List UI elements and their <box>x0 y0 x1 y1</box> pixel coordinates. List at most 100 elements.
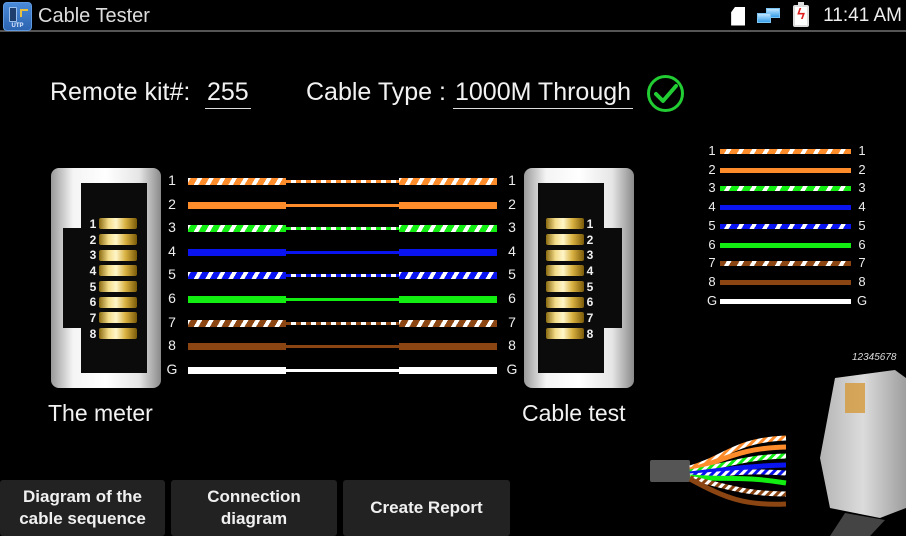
gold-contact <box>99 328 137 340</box>
wire-segment-right <box>399 201 497 209</box>
cable-type-label: Cable Type : <box>306 78 446 106</box>
legend-pin-left: 8 <box>708 273 716 289</box>
wire-link <box>286 180 399 183</box>
connection-diagram-button[interactable]: Connection diagram <box>171 480 337 536</box>
wire-segment-left <box>188 343 286 351</box>
wire-pin-label-right: 1 <box>508 172 516 188</box>
legend-wire <box>720 167 851 173</box>
app-title: Cable Tester <box>38 5 150 27</box>
connector-pin: 8 <box>546 326 596 342</box>
remote-connector: 12345678 <box>524 168 634 388</box>
legend-pin-left: 1 <box>708 143 716 158</box>
pin-number: 2 <box>586 232 594 247</box>
legend-pin-right: 4 <box>858 199 866 215</box>
legend-wire <box>720 205 851 211</box>
wire-segment-left <box>188 319 286 327</box>
wire-pin-label-left: 5 <box>168 266 176 283</box>
pin-number: 8 <box>89 326 97 341</box>
connector-pin: 8 <box>87 326 137 342</box>
pass-check-icon <box>647 75 684 112</box>
gold-contact <box>99 265 137 277</box>
connector-pin: 2 <box>546 232 596 248</box>
wire-segment-right <box>399 366 497 374</box>
legend-pin-left: 5 <box>708 217 716 233</box>
connector-pin: 3 <box>546 247 596 263</box>
wire-segment-right <box>399 296 497 303</box>
wire-segment-left <box>188 248 286 256</box>
connector-pin: 7 <box>87 310 137 326</box>
cable-sequence-diagram-button[interactable]: Diagram of the cable sequence <box>0 480 165 536</box>
wire-pin-label-left: 3 <box>168 219 176 236</box>
wire-segment-right <box>399 319 497 327</box>
rj45-plug-illustration <box>650 370 906 536</box>
wire-link <box>286 227 399 231</box>
wire-pin-label-right: 8 <box>508 337 516 354</box>
connector-pin: 1 <box>87 216 137 232</box>
wire-segment-left <box>188 296 286 303</box>
create-report-button[interactable]: Create Report <box>343 480 510 536</box>
wire-link <box>286 368 399 372</box>
legend-wire <box>720 298 851 304</box>
meter-caption: The meter <box>48 400 153 426</box>
wire-segment-right <box>399 248 497 256</box>
cable-tester-app-icon: UTP <box>3 2 32 31</box>
gold-contact <box>99 234 137 246</box>
wire-segment-right <box>399 178 497 185</box>
legend-pin-right: 1 <box>858 143 866 158</box>
gold-contact <box>546 249 584 261</box>
wire-segment-left <box>188 366 286 374</box>
connector-pin: 3 <box>87 247 137 263</box>
gold-contact <box>546 312 584 324</box>
legend-pin-left: 3 <box>708 180 716 196</box>
remote-kit-label: Remote kit#: <box>50 78 191 106</box>
pin-number: 5 <box>586 279 594 294</box>
legend-wire <box>720 186 851 192</box>
gold-contact <box>99 296 137 308</box>
cable-test-caption: Cable test <box>522 400 626 426</box>
pin-number: 4 <box>89 263 97 278</box>
wire-pin-label-left: 4 <box>168 242 176 259</box>
meter-connector: 12345678 <box>51 168 161 388</box>
legend-pin-right: 2 <box>858 161 866 177</box>
wire-pin-label-right: G <box>506 360 518 377</box>
cable-jacket <box>650 460 690 482</box>
wire-segment-right <box>399 272 497 280</box>
remote-kit-value: 255 <box>205 78 251 109</box>
wire-pin-label-right: 2 <box>508 195 516 212</box>
connector-pin: 1 <box>546 216 596 232</box>
network-icon <box>757 7 781 25</box>
gold-contact <box>99 312 137 324</box>
gold-contact <box>99 281 137 293</box>
wire-link <box>286 345 399 349</box>
wire-segment-left <box>188 272 286 280</box>
wire-pin-label-left: 6 <box>168 290 176 306</box>
pin-number: 2 <box>89 232 97 247</box>
connector-pin: 4 <box>87 263 137 279</box>
wire-pin-label-left: G <box>166 360 178 377</box>
connector-pin: 2 <box>87 232 137 248</box>
connector-pin: 5 <box>87 279 137 295</box>
meter-pin-list: 12345678 <box>87 216 137 342</box>
pin-number: 7 <box>89 310 97 325</box>
legend-wire <box>720 279 851 285</box>
gold-contact <box>546 328 584 340</box>
wire-segment-right <box>399 225 497 233</box>
legend-wire <box>720 242 851 248</box>
battery-charging-icon: ϟ <box>793 2 810 27</box>
pin-number: 1 <box>586 216 594 231</box>
pin-number: 4 <box>586 263 594 278</box>
legend-pin-right: 8 <box>858 273 866 289</box>
connector-pin: 6 <box>87 294 137 310</box>
pin-number: 3 <box>89 248 97 263</box>
legend-pin-left: 2 <box>708 161 716 177</box>
connector-pin: 7 <box>546 310 596 326</box>
wire-pin-label-right: 6 <box>508 290 516 306</box>
wire-pin-label-left: 1 <box>168 172 176 188</box>
pin-number: 5 <box>89 279 97 294</box>
gold-contact <box>546 265 584 277</box>
pin-number: 1 <box>89 216 97 231</box>
legend-pin-right: G <box>856 292 868 308</box>
wire-pin-label-left: 2 <box>168 195 176 212</box>
legend-wire <box>720 261 851 267</box>
wire-pin-label-right: 7 <box>508 313 516 330</box>
